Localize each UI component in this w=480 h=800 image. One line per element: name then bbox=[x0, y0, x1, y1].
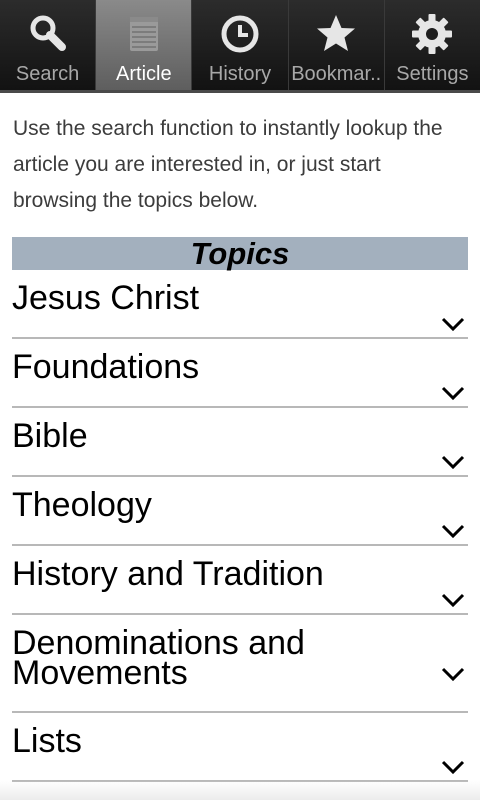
clock-icon bbox=[218, 12, 262, 56]
topic-label: Jesus Christ bbox=[12, 279, 200, 317]
chevron-down-icon bbox=[441, 386, 465, 401]
star-icon bbox=[314, 12, 358, 56]
chevron-down-icon bbox=[441, 455, 465, 470]
topic-item-history-and-tradition[interactable]: History and Tradition bbox=[12, 546, 468, 615]
topic-label: History and Tradition bbox=[12, 555, 324, 593]
chevron-down-icon bbox=[441, 593, 465, 608]
topic-item-denominations-and-movements[interactable]: Denominations and Movements bbox=[12, 615, 468, 713]
chevron-down-icon bbox=[441, 317, 465, 332]
tab-history[interactable]: History bbox=[192, 0, 289, 90]
topic-item-bible[interactable]: Bible bbox=[12, 408, 468, 477]
topic-label: Lists bbox=[12, 722, 82, 760]
topic-item-jesus-christ[interactable]: Jesus Christ bbox=[12, 270, 468, 339]
tab-bookmarks[interactable]: Bookmar.. bbox=[288, 0, 385, 90]
topic-label: Theology bbox=[12, 486, 152, 524]
tab-label: Article bbox=[116, 63, 172, 85]
tab-label: History bbox=[208, 63, 272, 85]
topic-item-foundations[interactable]: Foundations bbox=[12, 339, 468, 408]
topics-header: Topics bbox=[12, 237, 468, 270]
tab-label: Bookmar.. bbox=[291, 63, 382, 85]
tab-label: Search bbox=[15, 63, 80, 85]
notepad-icon bbox=[122, 12, 166, 56]
tab-article[interactable]: Article bbox=[96, 0, 193, 90]
search-icon bbox=[26, 12, 70, 56]
topic-label: Denominations and Movements bbox=[12, 624, 305, 692]
chevron-down-icon bbox=[441, 667, 465, 682]
topic-item-lists[interactable]: Lists bbox=[12, 713, 468, 782]
chevron-down-icon bbox=[441, 524, 465, 539]
article-content: Use the search function to instantly loo… bbox=[12, 96, 468, 782]
tab-bar: Search Article History Bookmar.. Setting… bbox=[0, 0, 480, 93]
topic-label: Foundations bbox=[12, 348, 200, 386]
tab-settings[interactable]: Settings bbox=[384, 0, 480, 90]
topic-label: Bible bbox=[12, 417, 88, 455]
gear-icon bbox=[410, 12, 454, 56]
tab-label: Settings bbox=[396, 63, 469, 85]
chevron-down-icon bbox=[441, 760, 465, 775]
tab-search[interactable]: Search bbox=[0, 0, 97, 90]
intro-text: Use the search function to instantly loo… bbox=[13, 117, 443, 212]
topic-item-theology[interactable]: Theology bbox=[12, 477, 468, 546]
bottom-fade bbox=[0, 780, 480, 800]
